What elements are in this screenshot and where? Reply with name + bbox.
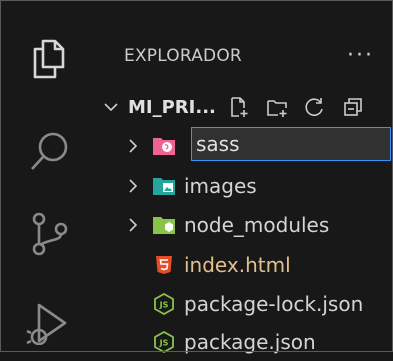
tree-item-label: package-lock.json (184, 292, 364, 316)
chevron-right-icon (129, 139, 138, 153)
search-button[interactable] (19, 121, 79, 181)
workspace-folder-name: MI_PRI... (128, 96, 216, 118)
svg-text:JS: JS (159, 301, 169, 310)
files-icon (33, 39, 65, 79)
activity-bar (1, 1, 96, 352)
explorer-sidebar: EXPLORADOR ··· MI_PRI... sass images nod… (96, 1, 392, 354)
svg-text:JS: JS (159, 339, 169, 348)
json-file-icon: JS (154, 293, 174, 315)
node-folder-icon (153, 217, 175, 234)
search-icon (31, 132, 68, 170)
chevron-down-icon (104, 103, 118, 112)
chevron-right-icon (129, 179, 138, 193)
rename-input-box[interactable] (191, 127, 391, 161)
images-folder-icon (153, 178, 175, 195)
new-file-icon[interactable] (228, 96, 250, 118)
folder-actions (228, 91, 364, 123)
tree-item-label: index.html (184, 253, 291, 277)
explorer-button[interactable] (19, 29, 79, 89)
chevron-right-icon (129, 218, 138, 232)
tree-item-label: images (184, 174, 257, 198)
workspace-folder-header[interactable]: MI_PRI... (96, 91, 392, 123)
source-control-icon (32, 212, 68, 256)
html-file-icon (156, 256, 172, 274)
rename-input[interactable] (192, 128, 390, 160)
sass-folder-icon (153, 138, 175, 155)
sidebar-header: EXPLORADOR (124, 41, 242, 71)
source-control-button[interactable] (19, 203, 79, 263)
refresh-icon[interactable] (304, 96, 326, 118)
tree-item-package-json[interactable]: JS package.json (96, 323, 392, 361)
tree-item-label: node_modules (184, 213, 330, 237)
new-folder-icon[interactable] (266, 96, 288, 118)
tree-item-index-html[interactable]: index.html (96, 246, 392, 284)
json-file-icon: JS (154, 331, 174, 353)
tree-item-label: package.json (184, 330, 316, 354)
tree-item-images[interactable]: images (96, 167, 392, 205)
tree-item-node-modules[interactable]: node_modules (96, 206, 392, 244)
run-debug-icon (26, 303, 67, 345)
run-debug-button[interactable] (19, 291, 79, 351)
more-actions-button[interactable]: ··· (347, 41, 374, 71)
collapse-all-icon[interactable] (342, 96, 364, 118)
sidebar-title: EXPLORADOR (124, 46, 242, 66)
tree-item-package-lock-json[interactable]: JS package-lock.json (96, 285, 392, 323)
